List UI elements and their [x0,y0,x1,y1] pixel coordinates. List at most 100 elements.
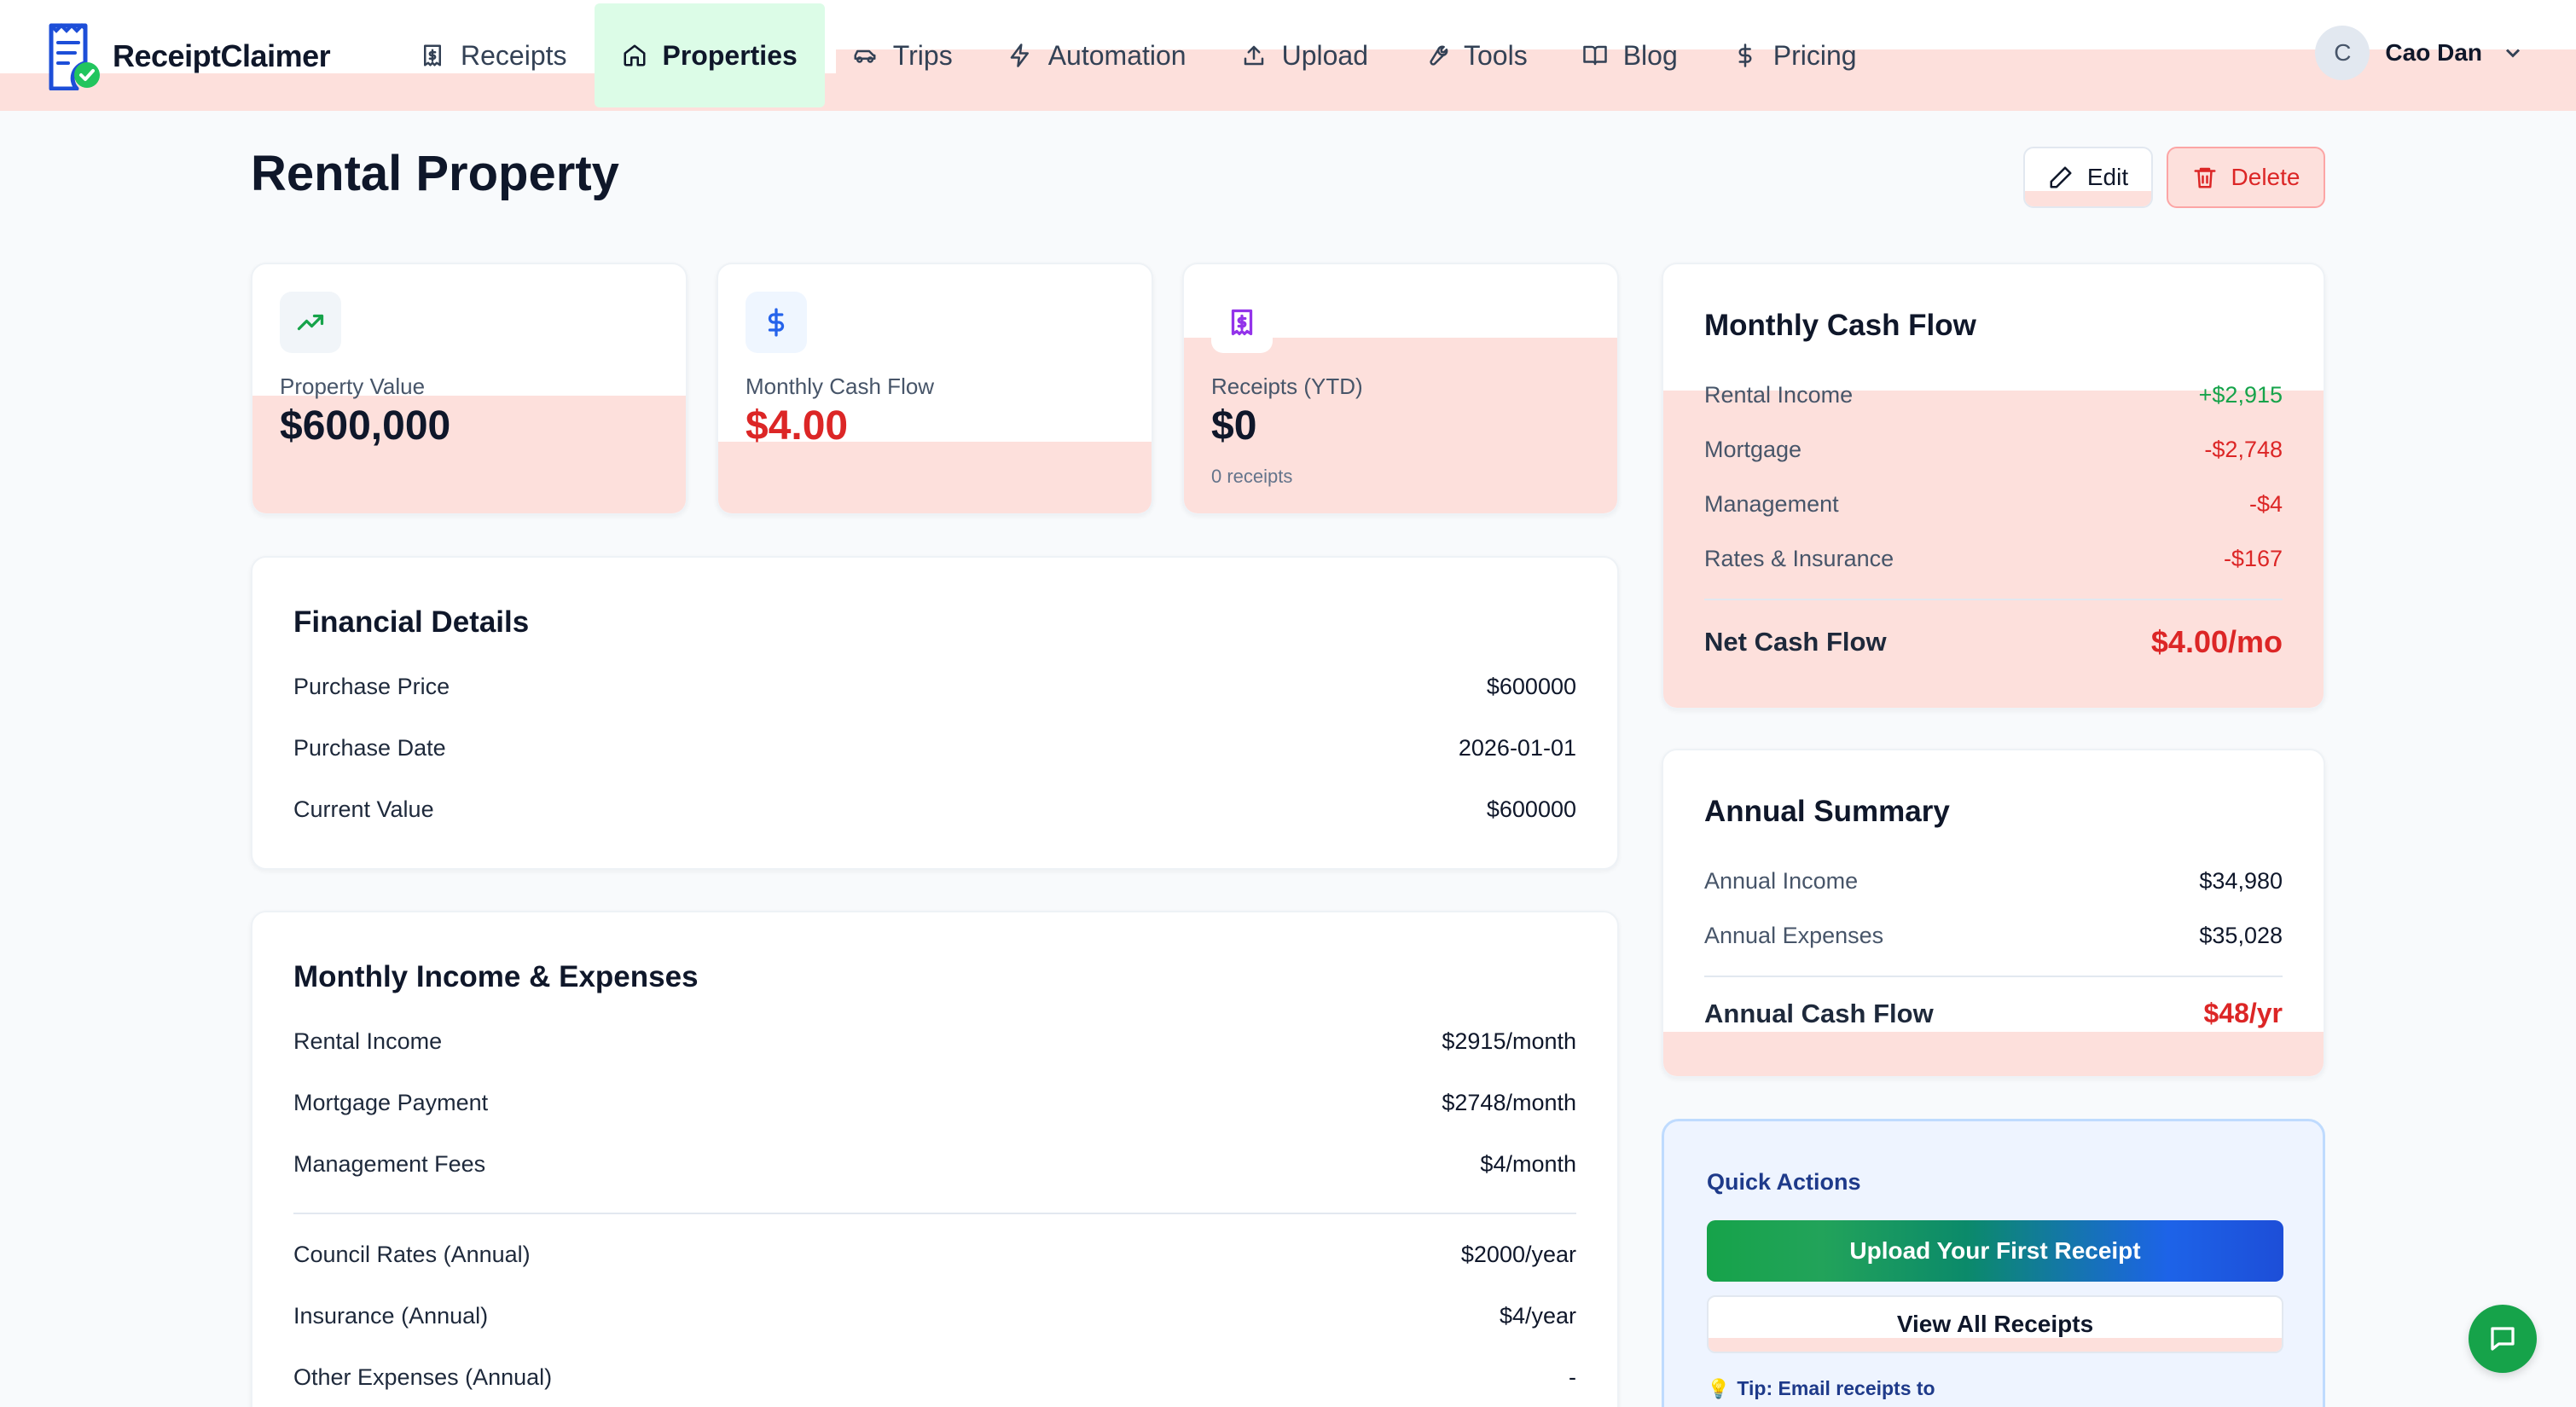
row-label: Mortgage [1704,437,1802,462]
delete-button[interactable]: Delete [2167,147,2325,208]
chat-button[interactable] [2469,1305,2537,1373]
book-icon [1582,45,1607,66]
stat-value: $4.00 [746,403,849,449]
nav-item-automation[interactable]: Automation [980,3,1214,107]
row-value: $35,028 [2199,923,2283,948]
receipt-check-icon [46,22,102,91]
divider [293,1213,1576,1214]
edit-button-label: Edit [2086,164,2129,190]
expense-row-management-fees: Management Fees $4/month [293,1151,1576,1178]
cash-row-mortgage: Mortgage -$2,748 [1704,437,2283,463]
user-menu[interactable]: C Cao Dan [2315,26,2525,80]
stat-icon-box [280,292,341,353]
stat-label: Property Value [280,373,426,399]
net-cash-flow-label: Net Cash Flow [1704,627,1887,657]
nav-label: Properties [662,39,798,71]
stat-card-property-value: Property Value $600,000 [251,263,688,515]
row-label: Mortgage Payment [293,1090,489,1115]
receipt-icon [424,44,441,67]
row-value: - [1569,1364,1576,1390]
income-expenses-card: Monthly Income & Expenses Rental Income … [251,911,1619,1407]
quick-actions-title: Quick Actions [1707,1169,1861,1195]
expense-row-other-expenses: Other Expenses (Annual) - [293,1364,1576,1391]
stat-label: Receipts (YTD) [1211,373,1363,399]
expense-row-insurance: Insurance (Annual) $4/year [293,1303,1576,1329]
view-all-receipts-button[interactable]: View All Receipts [1707,1295,2283,1353]
avatar: C [2315,26,2370,80]
nav-label: Receipts [461,39,567,71]
trending-up-icon [297,314,324,331]
card-title: Monthly Income & Expenses [293,960,699,993]
card-title: Financial Details [293,605,530,639]
row-label: Insurance (Annual) [293,1303,489,1329]
net-cash-flow-row: Net Cash Flow $4.00/mo [1704,624,2283,660]
row-value: $4/month [1480,1151,1576,1177]
page-title: Rental Property [251,146,619,201]
row-label: Purchase Date [293,735,446,761]
user-name: Cao Dan [2385,39,2482,66]
annual-summary-card: Annual Summary Annual Income $34,980 Ann… [1662,749,2325,1078]
net-cash-flow-value: $4.00/mo [2150,624,2283,659]
quick-actions-card: Quick Actions Upload Your First Receipt … [1662,1119,2325,1407]
row-value: +$2,915 [2198,382,2283,408]
nav-item-tools[interactable]: Tools [1395,3,1555,107]
annual-cash-flow-value: $48/yr [2203,998,2283,1028]
lightning-icon [1010,43,1029,67]
upload-first-receipt-button[interactable]: Upload Your First Receipt [1707,1220,2283,1282]
row-label: Purchase Price [293,674,450,699]
edit-button[interactable]: Edit [2023,147,2153,208]
card-title: Annual Summary [1704,795,1950,828]
card-highlight [1663,1032,2324,1076]
upload-icon [1244,45,1263,66]
row-value: $2748/month [1442,1090,1576,1115]
nav-item-properties[interactable]: Properties [594,3,825,107]
row-label: Rental Income [1704,382,1854,408]
row-value: $600000 [1486,674,1576,699]
nav-label: Trips [892,39,953,71]
email-tip: 💡 Tip: Email receipts to [1707,1377,1935,1400]
nav-label: Pricing [1772,39,1857,71]
stat-card-receipts-ytd: Receipts (YTD) $0 0 receipts [1182,263,1619,515]
row-label: Rates & Insurance [1704,546,1894,571]
row-label: Current Value [293,796,434,822]
top-navigation-bar: ReceiptClaimer Receipts Properties Trips… [0,0,2576,111]
nav-item-receipts[interactable]: Receipts [392,3,595,107]
divider [1704,599,2283,600]
stat-value: $600,000 [280,403,451,449]
annual-row-expenses: Annual Expenses $35,028 [1704,923,2283,949]
stat-value: $0 [1211,403,1257,449]
card-title: Monthly Cash Flow [1704,309,1976,342]
chevron-down-icon [2505,49,2521,58]
dollar-icon [1738,43,1752,67]
trash-icon [2194,167,2216,188]
nav-item-trips[interactable]: Trips [825,3,980,107]
row-label: Annual Income [1704,868,1859,894]
car-icon [854,49,876,63]
app-logo[interactable]: ReceiptClaimer [46,22,331,91]
stat-subtext: 0 receipts [1211,466,1293,487]
nav-item-blog[interactable]: Blog [1555,3,1705,107]
row-value: -$2,748 [2204,437,2283,462]
row-label: Annual Expenses [1704,923,1884,948]
detail-row-purchase-date: Purchase Date 2026-01-01 [293,735,1576,761]
expense-row-rental-income: Rental Income $2915/month [293,1028,1576,1055]
view-all-receipts-label: View All Receipts [1896,1311,2094,1337]
dollar-icon [768,308,785,337]
stat-icon-box [746,292,807,353]
row-value: $2915/month [1442,1028,1576,1054]
stat-card-monthly-cash-flow: Monthly Cash Flow $4.00 [717,263,1153,515]
email-tip-text: Tip: Email receipts to [1737,1377,1935,1399]
nav-item-pricing[interactable]: Pricing [1705,3,1884,107]
nav-item-upload[interactable]: Upload [1214,3,1395,107]
divider [1704,976,2283,977]
nav-label: Upload [1281,39,1368,71]
detail-row-purchase-price: Purchase Price $600000 [293,674,1576,700]
annual-row-income: Annual Income $34,980 [1704,868,2283,895]
row-value: 2026-01-01 [1458,735,1576,761]
row-label: Other Expenses (Annual) [293,1364,553,1390]
row-label: Management [1704,491,1839,517]
delete-button-label: Delete [2231,164,2300,190]
stat-label: Monthly Cash Flow [746,373,935,399]
home-icon [624,44,645,67]
chat-bubble-icon [2491,1327,2515,1351]
